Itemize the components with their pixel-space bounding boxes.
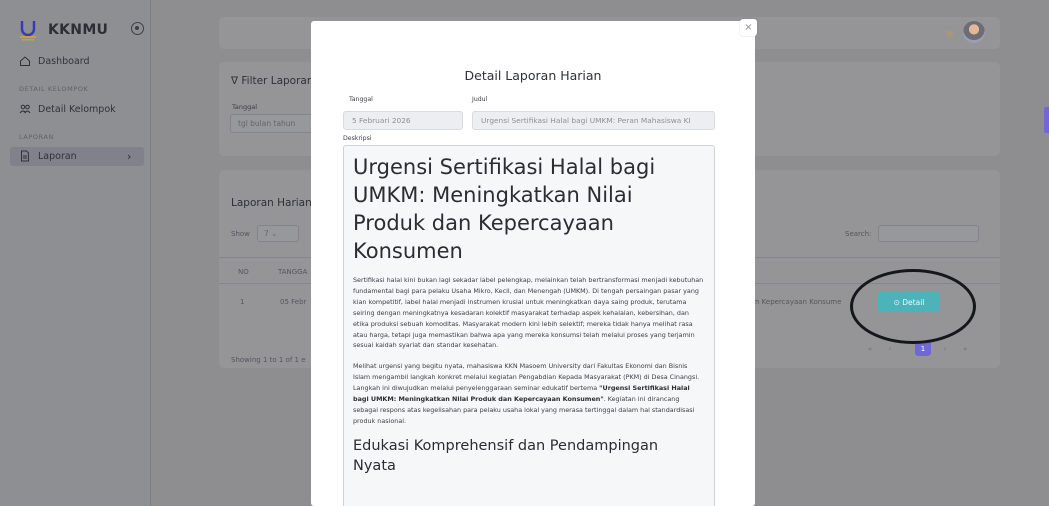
search-input[interactable] <box>878 225 979 242</box>
description-subheading: Edukasi Komprehensif dan Pendampingan Ny… <box>353 437 659 474</box>
brand-logo-icon <box>20 21 36 41</box>
pagination-prev[interactable]: ‹ <box>882 341 898 356</box>
description-heading: Urgensi Sertifikasi Halal bagi UMKM: Men… <box>353 155 656 263</box>
sidebar-item-label: Detail Kelompok <box>38 103 116 115</box>
brand[interactable]: KKNMU <box>18 19 108 41</box>
modal-title-field[interactable]: Urgensi Sertifikasi Halal bagi UMKM: Per… <box>472 111 715 130</box>
column-header-no[interactable]: NO <box>238 268 249 276</box>
pagination-last[interactable]: » <box>957 341 973 356</box>
sidebar: KKNMU Dashboard DETAIL KELOMPOK Detail K… <box>0 0 151 506</box>
document-icon <box>21 150 29 162</box>
row-title: n Kepercayaan Konsume <box>755 298 842 306</box>
show-entries-select[interactable]: 7 ⌄ <box>257 225 299 242</box>
sidebar-toggle-icon[interactable] <box>131 22 144 35</box>
sidebar-section-detail: DETAIL KELOMPOK <box>19 85 89 93</box>
report-title: Laporan Harian <box>231 197 312 209</box>
show-entries-value: 7 <box>264 229 269 238</box>
brand-name: KKNMU <box>48 22 109 38</box>
highlight-circle-annotation <box>850 269 976 344</box>
home-icon <box>20 56 30 66</box>
side-drawer-tab[interactable] <box>1044 107 1049 133</box>
pagination-first[interactable]: « <box>862 341 878 356</box>
group-icon <box>19 104 31 114</box>
close-icon[interactable]: × <box>740 19 757 36</box>
theme-toggle-icon[interactable]: ☼ <box>945 28 955 41</box>
pagination-next[interactable]: › <box>937 341 953 356</box>
modal-description-label: Deskripsi <box>343 135 372 142</box>
sidebar-item-dashboard[interactable]: Dashboard <box>19 55 90 67</box>
showing-info: Showing 1 to 1 of 1 e <box>231 356 306 364</box>
filter-date-input[interactable]: tgl bulan tahun <box>230 114 318 133</box>
sidebar-item-label: Laporan <box>38 150 77 162</box>
description-paragraph-2: Melihat urgensi yang begitu nyata, mahas… <box>353 361 705 426</box>
description-editor[interactable]: Urgensi Sertifikasi Halal bagi UMKM: Men… <box>343 145 715 506</box>
avatar[interactable] <box>963 21 985 43</box>
filter-title: ∇ Filter Laporan <box>231 75 314 87</box>
row-date: 05 Febr <box>280 298 307 306</box>
modal-date-label: Tanggal <box>349 96 373 103</box>
modal-title: Detail Laporan Harian <box>464 68 602 83</box>
row-no: 1 <box>240 298 245 306</box>
sidebar-item-laporan[interactable]: Laporan <box>19 150 77 162</box>
filter-title-text: Filter Laporan <box>241 75 314 87</box>
chevron-right-icon: › <box>127 150 132 163</box>
column-header-tanggal[interactable]: TANGGA <box>278 268 307 276</box>
description-paragraph-1: Sertifikasi halal kini bukan lagi sekada… <box>353 276 704 350</box>
search-label: Search: <box>845 230 872 238</box>
show-entries-label: Show <box>231 230 250 238</box>
detail-modal: Detail Laporan Harian Tanggal 5 Februari… <box>311 21 755 506</box>
sidebar-section-laporan: LAPORAN <box>19 133 55 141</box>
sidebar-item-detail-kelompok[interactable]: Detail Kelompok <box>19 103 116 115</box>
filter-date-label: Tanggal <box>232 103 258 111</box>
sidebar-item-label: Dashboard <box>38 55 90 67</box>
modal-date-field[interactable]: 5 Februari 2026 <box>343 111 463 130</box>
modal-title-label: Judul <box>472 96 488 103</box>
